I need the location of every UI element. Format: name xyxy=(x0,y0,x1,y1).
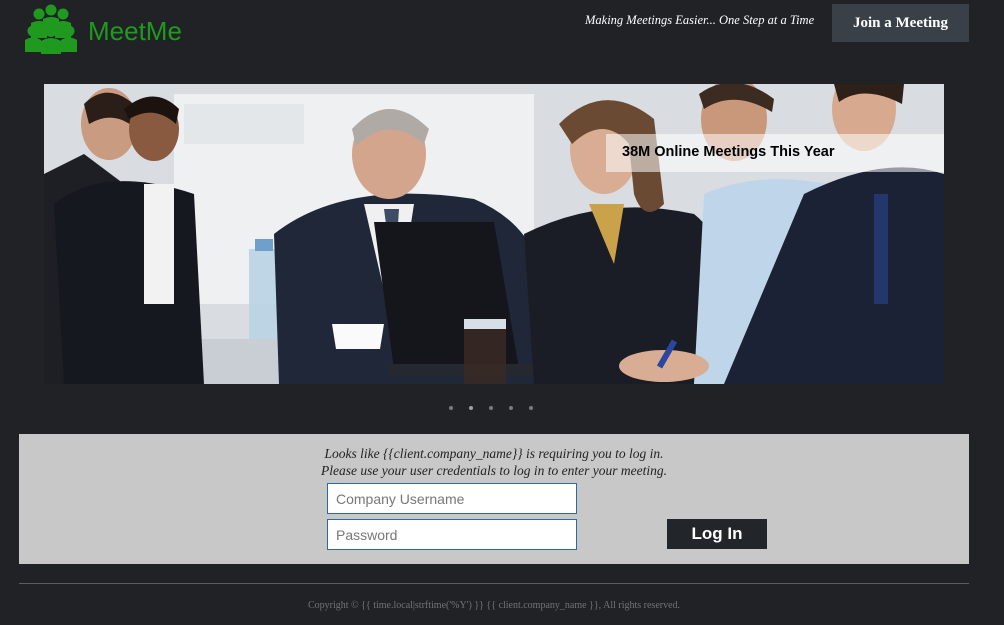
carousel-dot[interactable] xyxy=(489,406,493,410)
tagline: Making Meetings Easier... One Step at a … xyxy=(585,13,815,27)
join-meeting-button[interactable]: Join a Meeting xyxy=(832,4,969,42)
logo-text: MeetMe xyxy=(88,15,182,46)
carousel-dot[interactable] xyxy=(449,406,453,410)
login-message-line2: Please use your user credentials to log … xyxy=(321,463,667,478)
carousel-dot-active[interactable] xyxy=(469,406,473,410)
login-panel: Looks like {{client.company_name}} is re… xyxy=(19,434,969,564)
business-meeting-photo xyxy=(44,84,944,384)
people-group-icon xyxy=(25,4,77,54)
hero-carousel[interactable]: 38M Online Meetings This Year xyxy=(44,84,944,384)
hero-caption: 38M Online Meetings This Year xyxy=(606,134,944,172)
password-input[interactable] xyxy=(327,519,577,550)
carousel-dot[interactable] xyxy=(529,406,533,410)
login-message-line1: Looks like {{client.company_name}} is re… xyxy=(324,446,664,461)
footer-divider xyxy=(19,583,969,584)
login-button[interactable]: Log In xyxy=(667,519,767,549)
carousel-dot[interactable] xyxy=(509,406,513,410)
copyright-text: Copyright © {{ time.local|strftime('%Y')… xyxy=(307,600,681,611)
username-input[interactable] xyxy=(327,483,577,514)
carousel-indicators xyxy=(449,406,533,410)
logo[interactable]: MeetMe xyxy=(24,4,182,54)
